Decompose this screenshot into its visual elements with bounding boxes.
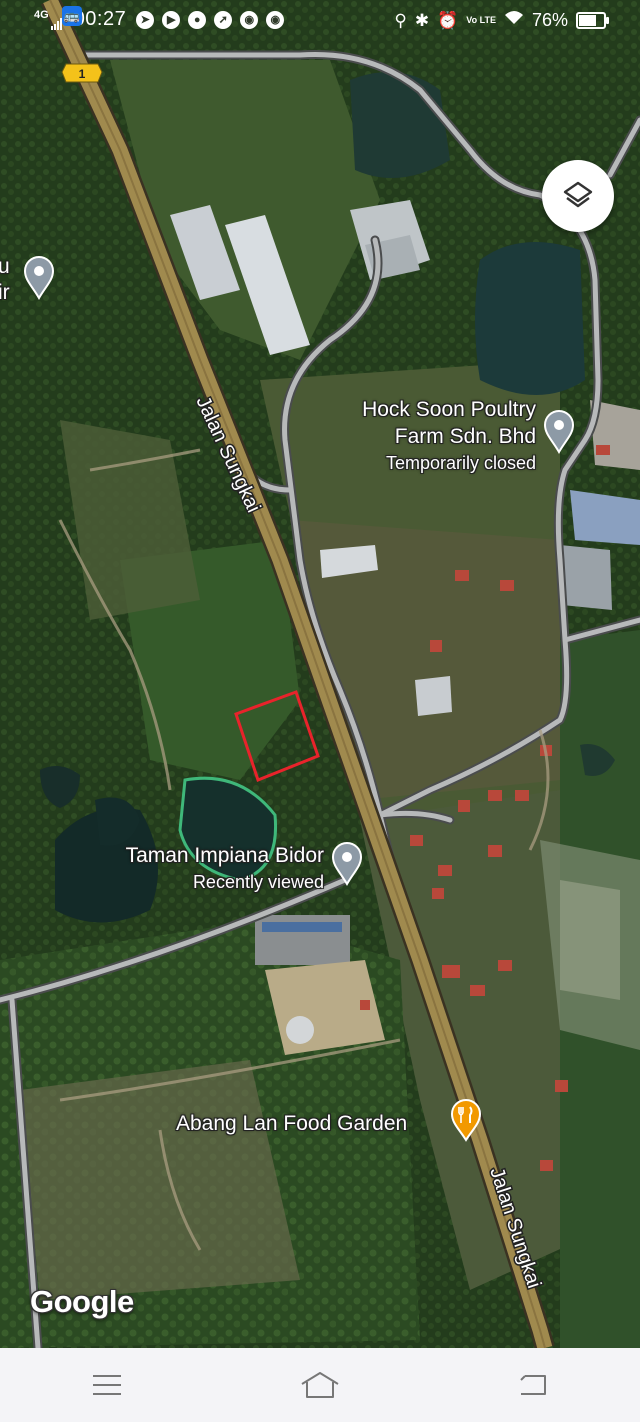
back-icon xyxy=(520,1375,547,1395)
signal-icon xyxy=(50,17,62,30)
battery-icon xyxy=(576,12,609,29)
back-button[interactable] xyxy=(503,1360,563,1410)
telegram-icon: ➤ xyxy=(136,10,155,29)
layers-button[interactable] xyxy=(542,160,614,232)
route-number: 1 xyxy=(79,67,86,81)
bluetooth-icon: ✱ xyxy=(414,10,430,30)
pin-icon[interactable] xyxy=(542,408,576,459)
system-nav-bar xyxy=(0,1348,640,1422)
location-icon: ⚲ xyxy=(394,10,407,30)
route-shield: 1 xyxy=(61,63,103,83)
chrome-icon-2: ◉ xyxy=(266,10,285,29)
place-label-taman-impiana[interactable]: Taman Impiana Bidor Recently viewed xyxy=(126,842,324,896)
wifi-icon xyxy=(504,10,524,31)
pin-icon[interactable] xyxy=(22,254,56,305)
menu-icon xyxy=(92,1375,121,1395)
network-type: 4G xyxy=(34,9,49,21)
pin-icon[interactable] xyxy=(330,840,364,891)
place-label-abang-lan[interactable]: Abang Lan Food Garden xyxy=(176,1112,407,1136)
clipped-place-label[interactable]: u ir xyxy=(0,254,10,306)
bus-icon: 🚌 xyxy=(62,6,82,26)
wechat-icon: ● xyxy=(188,10,207,29)
battery-percent: 76% xyxy=(531,10,568,30)
status-bar: 4G 🚌 00:27 ➤ ▶ ● ➚ ◉ ◉ ⚲ ✱ ⏰ Vo LTE 76% xyxy=(0,0,640,52)
place-label-hock-soon[interactable]: Hock Soon Poultry Farm Sdn. Bhd Temporar… xyxy=(362,396,536,477)
place-status: Temporarily closed xyxy=(385,453,536,473)
restaurant-pin-icon[interactable] xyxy=(450,1098,482,1147)
alarm-icon: ⏰ xyxy=(437,10,459,30)
layers-icon xyxy=(563,181,593,208)
menu-button[interactable] xyxy=(77,1360,137,1410)
home-button[interactable] xyxy=(290,1360,350,1410)
volte-icon: Vo LTE xyxy=(466,15,496,25)
place-status: Recently viewed xyxy=(192,872,324,892)
youtube-icon: ▶ xyxy=(162,10,181,29)
home-icon xyxy=(301,1372,339,1398)
compass-icon: ➚ xyxy=(214,10,233,29)
google-logo: Google xyxy=(30,1284,134,1319)
chrome-icon: ◉ xyxy=(240,10,259,29)
